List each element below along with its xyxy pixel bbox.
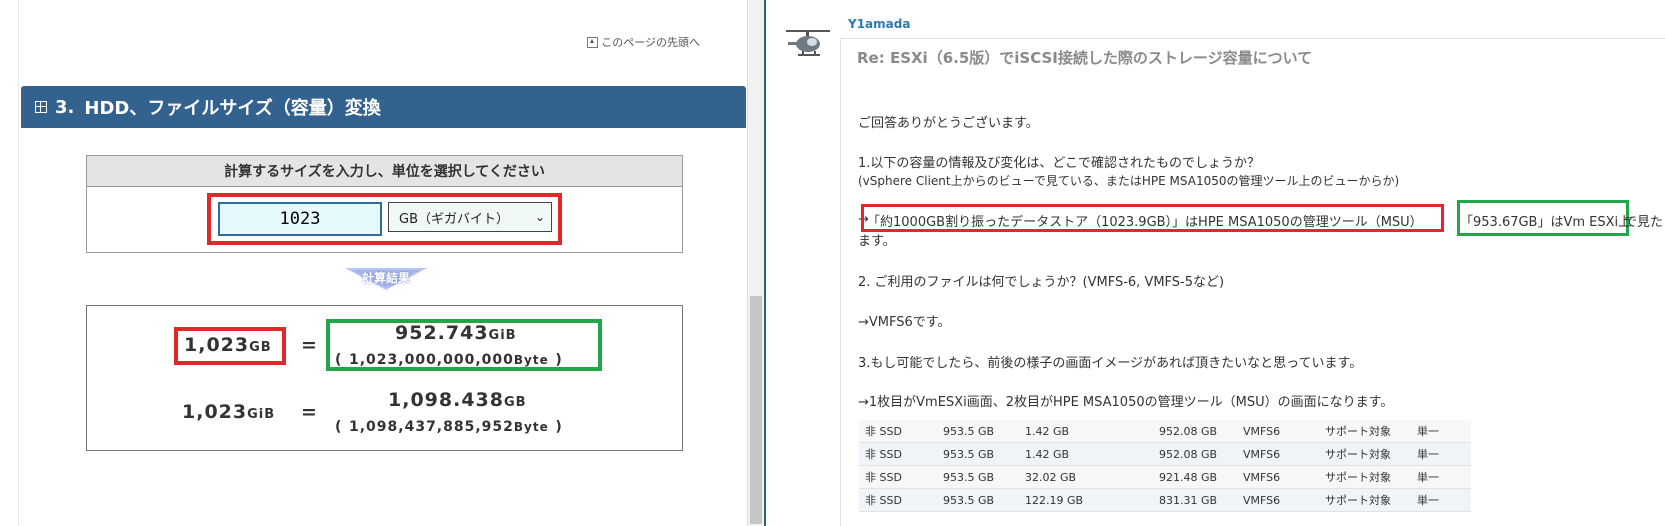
result-badge-label: 計算結果 (361, 271, 410, 285)
post-title: Re: ESXi（6.5版）でiSCSI接続した際のストレージ容量について (857, 49, 1313, 67)
table-row: 非 SSD 953.5 GB 1.42 GB 952.08 GB VMFS6 サポート対象… (859, 442, 1471, 466)
answer-1-green-text: 「953.67GB」はVm ESXi上 (1460, 215, 1632, 230)
unit-select[interactable]: GB（ギガバイト） ⌄ (388, 202, 552, 232)
result-row-2-bytes: ( 1,098,437,885,952Byte ) (335, 419, 563, 435)
result-row-2-input: 1,023GiB (182, 401, 276, 423)
answer-1-wrap: ます。 (858, 234, 896, 249)
table-row: 非 SSD 953.5 GB 32.02 GB 921.48 GB VMFS6 サポート対… (859, 465, 1471, 489)
result-row-1-equals: = (301, 334, 318, 356)
esxi-datastore-table: 非 SSD 953.5 GB 1.42 GB 952.08 GB VMFS6 サポート対象… (859, 420, 1471, 512)
table-row: 非 SSD 953.5 GB 1.42 GB 952.08 GB VMFS6 サポート対象… (859, 420, 1471, 443)
result-row-2-equals: = (301, 401, 318, 423)
section-title: HDD、ファイルサイズ（容量）変換 (84, 98, 381, 119)
question-2: 2. ご利用のファイルは何でしょうか？(VMFS-6, VMFS-5など) (858, 275, 1225, 290)
input-caption: 計算するサイズを入力し、単位を選択してください (87, 156, 682, 187)
result-row-1-output: 952.743GiB (395, 322, 517, 344)
converter-page: このページの先頭へ 3. HDD、ファイルサイズ（容量）変換 計算するサイズを入… (0, 0, 746, 526)
size-input[interactable] (218, 202, 382, 236)
left-scrollbar[interactable] (747, 0, 764, 526)
post-greeting: ご回答ありがとうございます。 (858, 116, 1039, 131)
result-row-1-bytes: ( 1,023,000,000,000Byte ) (335, 352, 563, 368)
table-row: 非 SSD 953.5 GB 122.19 GB 831.31 GB VMFS6 サポート… (859, 488, 1471, 512)
section-number: 3. (55, 96, 75, 118)
answer-2: →VMFS6です。 (858, 315, 951, 330)
page-edge (18, 0, 19, 526)
grid-icon (35, 101, 47, 113)
section-header: 3. HDD、ファイルサイズ（容量）変換 (21, 86, 746, 128)
page-top-link-label: このページの先頭へ (601, 36, 700, 49)
answer-1-red-text: 「約1000GB割り振ったデータストア（1023.9GB）」はHPE MSA10… (867, 215, 1423, 230)
answer-3: →1枚目がVmESXi画面、2枚目がHPE MSA1050の管理ツール（MSU）… (858, 395, 1394, 410)
unit-select-value: GB（ギガバイト） (399, 211, 509, 227)
left-scrollbar-thumb[interactable] (750, 296, 762, 524)
question-1-sub: (vSphere Client上からのビューで見ている、またはHPE MSA10… (858, 174, 1400, 188)
result-badge: 計算結果 (345, 268, 427, 290)
post-body-rule (840, 76, 841, 526)
arrow-up-box-icon (587, 36, 599, 48)
page-top-link[interactable]: このページの先頭へ (587, 34, 700, 50)
question-1: 1.以下の容量の情報及び変化は、どこで確認されたものでしょうか？ (858, 156, 1261, 171)
result-row-2-output: 1,098.438GB (388, 389, 527, 411)
pane-divider (764, 0, 766, 526)
helicopter-avatar-icon (786, 30, 830, 56)
post-author[interactable]: Y1amada (848, 17, 910, 31)
result-row-1-input: 1,023GB (184, 334, 272, 356)
dropdown-chevron-icon: ⌄ (534, 210, 545, 224)
question-3: 3.もし可能でしたら、前後の様子の画面イメージがあれば頂きたいなと思っています。 (858, 356, 1363, 371)
answer-1-tail: で見た (1624, 215, 1664, 230)
